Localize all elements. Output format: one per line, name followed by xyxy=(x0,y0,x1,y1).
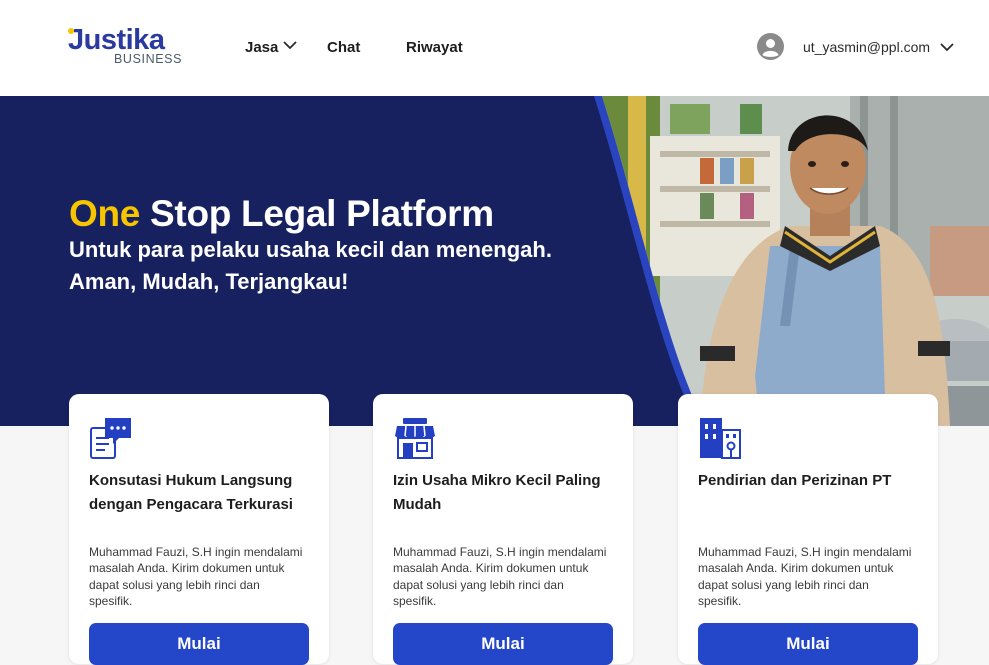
nav-jasa[interactable]: Jasa xyxy=(245,38,278,58)
card-title: Izin Usaha Mikro Kecil Paling Mudah xyxy=(393,472,601,513)
user-avatar-icon[interactable] xyxy=(757,33,784,60)
hero-title-accent: One xyxy=(69,193,141,234)
logo-text: Justika xyxy=(68,24,165,56)
hero-subtitle-line1: Untuk para pelaku usaha kecil dan meneng… xyxy=(69,237,552,262)
hero-banner: One Stop Legal Platform Untuk para pelak… xyxy=(0,96,989,426)
card-description: Muhammad Fauzi, S.H ingin mendalami masa… xyxy=(89,545,303,608)
mulai-button[interactable]: Mulai xyxy=(698,623,918,665)
nav-riwayat[interactable]: Riwayat xyxy=(406,38,463,58)
card-title: Konsutasi Hukum Langsung dengan Pengacar… xyxy=(89,472,293,513)
logo-subtext: BUSINESS xyxy=(114,52,183,66)
card-description: Muhammad Fauzi, S.H ingin mendalami masa… xyxy=(393,545,607,608)
hero-title: One Stop Legal Platform xyxy=(69,192,494,236)
chat-document-icon xyxy=(90,418,131,459)
card-title: Pendirian dan Perizinan PT xyxy=(698,472,892,489)
hero-subtitle: Untuk para pelaku usaha kecil dan meneng… xyxy=(69,234,589,298)
chevron-down-icon[interactable] xyxy=(283,38,297,52)
justika-business-logo[interactable]: Justika BUSINESS xyxy=(68,26,188,68)
mulai-button[interactable]: Mulai xyxy=(393,623,613,665)
storefront-icon xyxy=(395,418,435,459)
nav-chat[interactable]: Chat xyxy=(327,38,360,58)
top-navbar: Justika BUSINESS Jasa Chat Riwayat ut_ya… xyxy=(0,0,989,96)
mulai-button[interactable]: Mulai xyxy=(89,623,309,665)
service-card-pendirian-pt[interactable]: Pendirian dan Perizinan PT Muhammad Fauz… xyxy=(678,394,938,665)
card-description: Muhammad Fauzi, S.H ingin mendalami masa… xyxy=(698,545,912,608)
service-card-izin-usaha[interactable]: Izin Usaha Mikro Kecil Paling Mudah Muha… xyxy=(373,394,633,665)
office-building-icon xyxy=(700,418,741,459)
chevron-down-icon[interactable] xyxy=(940,40,954,54)
hero-title-rest: Stop Legal Platform xyxy=(140,193,494,234)
service-card-konsultasi[interactable]: Konsutasi Hukum Langsung dengan Pengacar… xyxy=(69,394,329,665)
user-email[interactable]: ut_yasmin@ppl.com xyxy=(803,38,930,56)
hero-subtitle-line2: Aman, Mudah, Terjangkau! xyxy=(69,269,349,294)
